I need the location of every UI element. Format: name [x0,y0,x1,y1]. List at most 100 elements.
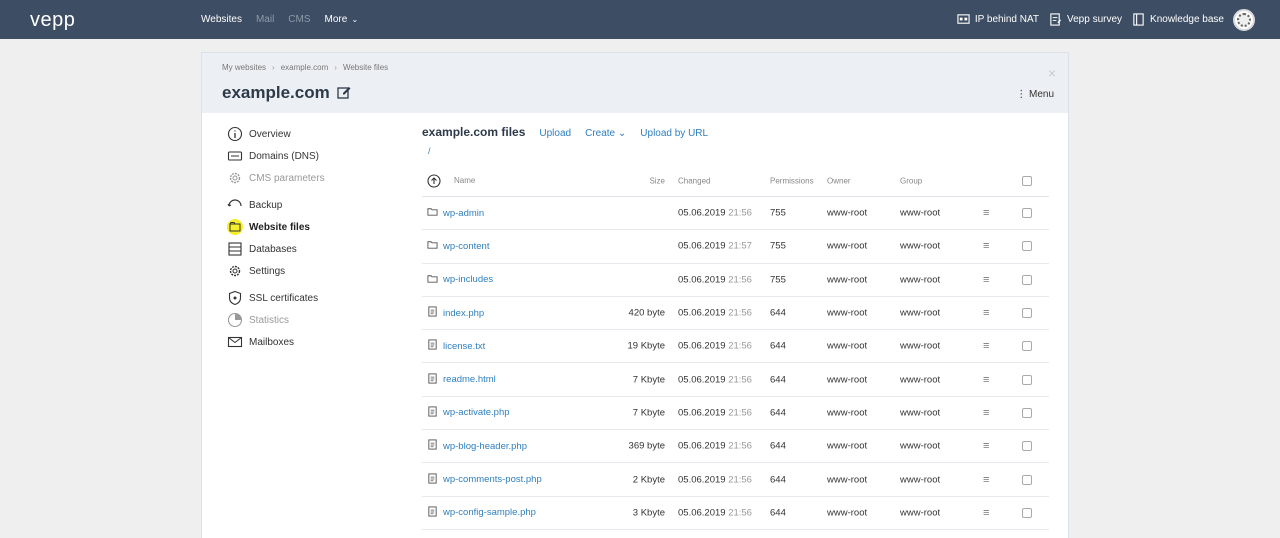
avatar[interactable] [1233,9,1255,31]
file-size: 369 byte [628,440,665,452]
breadcrumb-domain[interactable]: example.com [281,63,329,72]
table-row[interactable]: index.php 420 byte 05.06.2019 21:56 644 www-… [422,297,1049,331]
edit-icon[interactable] [337,85,351,99]
chevron-down-icon: ⌄ [349,15,359,24]
row-menu-icon[interactable]: ≡ [983,374,989,386]
sidebar-item-overview[interactable]: Overview [227,126,291,142]
create-dropdown[interactable]: Create ⌄ [585,128,626,139]
row-menu-icon[interactable]: ≡ [983,507,989,519]
permissions-column-header[interactable]: Permissions [770,176,814,185]
table-row[interactable]: wp-includes 05.06.2019 21:56 755 www-root ww… [422,264,1049,297]
website-panel: My websites › example.com › Website file… [201,52,1069,538]
file-date: 05.06.2019 [678,407,726,419]
changed-column-header[interactable]: Changed [678,176,710,185]
file-changed: 05.06.2019 21:56 [678,441,752,452]
file-name-link[interactable]: wp-includes [427,273,547,287]
file-name-link[interactable]: readme.html [427,373,547,387]
file-name-link[interactable]: license.txt [427,339,547,353]
sidebar-item-statistics[interactable]: Statistics [227,312,289,328]
table-row[interactable]: wp-comments-post.php 2 Kbyte 05.06.2019 21… [422,463,1049,497]
row-checkbox[interactable] [1022,474,1032,485]
sidebar-item-domains[interactable]: Domains (DNS) [227,148,319,164]
table-row[interactable]: readme.html 7 Kbyte 05.06.2019 21:56 644 www… [422,363,1049,397]
knowledge-base-link[interactable]: Knowledge base [1132,13,1224,26]
create-label: Create [585,128,616,139]
row-menu-icon[interactable]: ≡ [983,307,989,319]
vepp-survey-label: Vepp survey [1067,14,1123,25]
file-name-link[interactable]: wp-content [427,239,547,253]
nav-mail[interactable]: Mail [256,14,274,25]
file-name-link[interactable]: wp-comments-post.php [427,472,547,487]
file-name-link[interactable]: wp-admin [427,206,547,220]
file-name: wp-blog-header.php [443,440,527,452]
sidebar-item-databases[interactable]: Databases [227,241,297,257]
table-row[interactable]: wp-admin 05.06.2019 21:56 755 www-root www-r… [422,197,1049,231]
row-checkbox[interactable] [1022,341,1032,352]
sort-icon[interactable] [427,173,441,188]
select-all-checkbox[interactable] [1022,175,1032,186]
sidebar-item-backup[interactable]: Backup [227,197,282,213]
nav-more[interactable]: More ⌄ [325,14,359,25]
file-name-link[interactable]: wp-blog-header.php [427,439,547,453]
panel-header: My websites › example.com › Website file… [202,53,1068,113]
table-row[interactable]: wp-content 05.06.2019 21:57 755 www-root www… [422,230,1049,264]
nav-websites[interactable]: Websites [201,14,242,25]
breadcrumb-separator: › [272,63,275,72]
file-icon [427,339,438,353]
sidebar-item-cms-parameters[interactable]: CMS parameters [227,170,325,186]
file-icon [427,306,438,320]
logo[interactable]: vepp [30,9,75,32]
nav-cms[interactable]: CMS [288,14,310,25]
size-column-header[interactable]: Size [649,176,665,185]
close-icon[interactable]: × [1048,65,1056,81]
knowledge-base-label: Knowledge base [1150,14,1224,25]
file-permissions: 755 [770,240,786,252]
row-menu-icon[interactable]: ≡ [983,474,989,486]
row-checkbox[interactable] [1022,308,1032,319]
row-menu-icon[interactable]: ≡ [983,407,989,419]
file-owner: www-root [827,240,868,252]
gear-icon [229,265,241,277]
file-icon [427,439,438,453]
breadcrumb-website-files: Website files [342,63,389,72]
name-column-header[interactable]: Name [427,173,547,188]
file-name-link[interactable]: index.php [427,306,547,320]
row-menu-icon[interactable]: ≡ [983,274,989,286]
table-body: wp-admin 05.06.2019 21:56 755 www-root www-r… [422,197,1049,530]
table-row[interactable]: wp-blog-header.php 369 byte 05.06.2019 21:… [422,430,1049,464]
table-row[interactable]: wp-activate.php 7 Kbyte 05.06.2019 21:56 64… [422,397,1049,431]
sidebar-item-label: Settings [249,265,286,277]
sidebar-item-website-files[interactable]: Website files [227,219,310,235]
menu-button[interactable]: ⋮ Menu [1016,89,1054,100]
upload-button[interactable]: Upload [539,128,571,139]
sidebar-item-ssl-certificates[interactable]: SSL certificates [227,290,318,306]
file-name-link[interactable]: wp-config-sample.php [427,506,547,520]
ip-behind-nat-link[interactable]: IP behind NAT [957,13,1039,26]
group-column-header[interactable]: Group [900,176,922,185]
table-row[interactable]: license.txt 19 Kbyte 05.06.2019 21:56 644 ww… [422,330,1049,364]
vepp-survey-link[interactable]: Vepp survey [1049,13,1122,26]
row-checkbox[interactable] [1022,374,1032,385]
file-name-link[interactable]: wp-activate.php [427,406,547,420]
upload-by-url-button[interactable]: Upload by URL [640,128,708,139]
current-path[interactable]: / [428,146,431,156]
file-size: 7 Kbyte [632,374,665,386]
row-checkbox[interactable] [1022,241,1032,252]
row-menu-icon[interactable]: ≡ [983,207,989,219]
sidebar-item-mailboxes[interactable]: Mailboxes [227,334,294,350]
table-row[interactable]: wp-config-sample.php 3 Kbyte 05.06.2019 21… [422,497,1049,530]
row-menu-icon[interactable]: ≡ [983,440,989,452]
row-menu-icon[interactable]: ≡ [983,240,989,252]
sidebar-item-settings[interactable]: Settings [227,263,285,279]
file-name: wp-activate.php [443,407,510,419]
file-time: 21:56 [728,274,752,286]
row-menu-icon[interactable]: ≡ [983,340,989,352]
file-permissions: 755 [770,207,786,219]
row-checkbox[interactable] [1022,274,1032,285]
row-checkbox[interactable] [1022,441,1032,452]
row-checkbox[interactable] [1022,507,1032,518]
row-checkbox[interactable] [1022,407,1032,418]
breadcrumb-my-websites[interactable]: My websites [222,63,266,72]
row-checkbox[interactable] [1022,208,1032,219]
owner-column-header[interactable]: Owner [827,176,851,185]
